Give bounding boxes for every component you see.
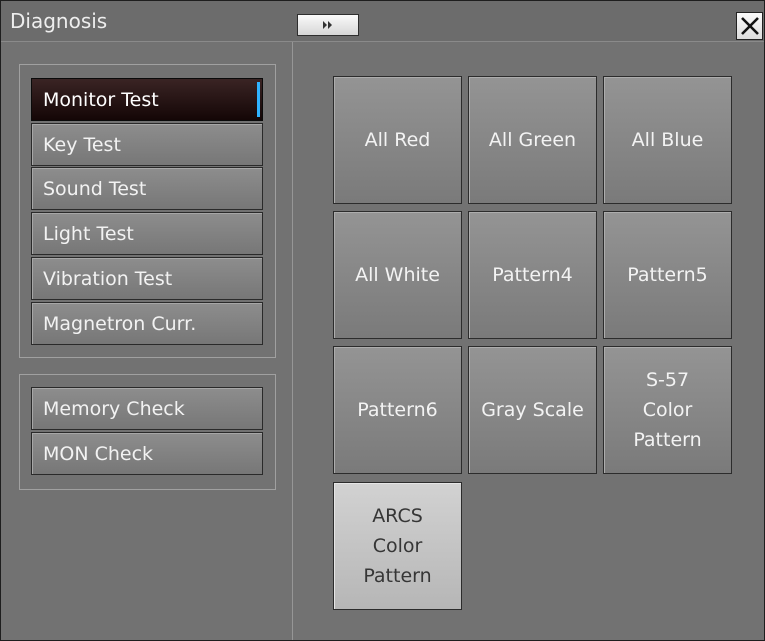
s57-color-pattern-button[interactable]: S-57 Color Pattern [603,346,732,474]
key-test-button[interactable]: Key Test [31,123,263,166]
all-red-button[interactable]: All Red [333,76,462,204]
arcs-color-pattern-button[interactable]: ARCS Color Pattern [333,482,462,610]
pattern5-button[interactable]: Pattern5 [603,211,732,339]
mon-check-button[interactable]: MON Check [31,432,263,475]
light-test-button[interactable]: Light Test [31,212,263,255]
magnetron-current-button[interactable]: Magnetron Curr. [31,302,263,345]
pattern4-button[interactable]: Pattern4 [468,211,597,339]
expand-button[interactable] [297,14,359,36]
all-blue-button[interactable]: All Blue [603,76,732,204]
close-button[interactable] [736,12,763,40]
window-title: Diagnosis [10,9,108,33]
panel-divider [292,42,293,640]
gray-scale-button[interactable]: Gray Scale [468,346,597,474]
monitor-test-button[interactable]: Monitor Test [31,78,263,121]
sound-test-button[interactable]: Sound Test [31,167,263,210]
close-icon [740,16,760,36]
vibration-test-button[interactable]: Vibration Test [31,257,263,300]
all-green-button[interactable]: All Green [468,76,597,204]
all-white-button[interactable]: All White [333,211,462,339]
memory-check-button[interactable]: Memory Check [31,387,263,430]
title-bar: Diagnosis [1,1,764,42]
double-chevron-right-icon [322,21,334,29]
pattern6-button[interactable]: Pattern6 [333,346,462,474]
diagnosis-window: Diagnosis Monitor Test Key Test Sound Te… [0,0,765,641]
